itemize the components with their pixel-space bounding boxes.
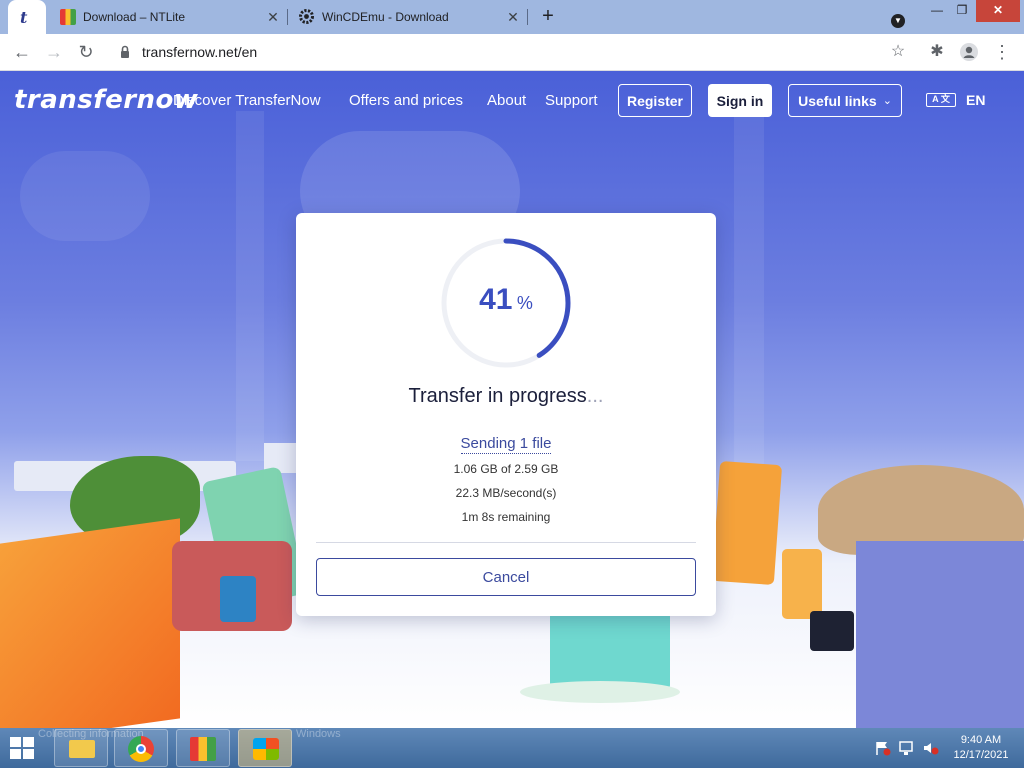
sending-files-label: Sending 1 file xyxy=(460,435,552,454)
minimize-button[interactable]: — xyxy=(924,0,950,22)
hat-character-body xyxy=(856,541,1024,728)
orange-zip-character-small xyxy=(782,549,822,619)
new-tab-button[interactable]: + xyxy=(538,6,558,26)
tab-wincdemu[interactable]: WinCDEmu - Download ✕ xyxy=(290,0,526,34)
system-clock[interactable]: 9:40 AM 12/17/2021 xyxy=(946,733,1016,763)
transfer-progress-modal: 41 % Transfer in progress... Sending 1 f… xyxy=(296,213,716,616)
transfernow-logo[interactable]: transfernow xyxy=(14,85,198,115)
browser-toolbar: ← → ↻ transfernow.net/en ☆ ✱ ⋮ xyxy=(0,34,1024,71)
volume-muted-icon[interactable] xyxy=(922,740,940,756)
nav-support[interactable]: Support xyxy=(545,92,598,109)
transfer-speed: 22.3 MB/second(s) xyxy=(455,486,557,500)
cancel-button[interactable]: Cancel xyxy=(316,558,696,596)
address-bar[interactable]: transfernow.net/en xyxy=(110,38,920,67)
flag-icon[interactable] xyxy=(874,740,892,756)
profile-avatar-icon[interactable] xyxy=(958,41,980,63)
background-pillar xyxy=(734,111,764,471)
star-icon[interactable]: ☆ xyxy=(887,41,909,63)
back-button[interactable]: ← xyxy=(10,41,34,65)
tab-ntlite-label: Download – NTLite xyxy=(83,10,186,24)
transfer-status-dots: ... xyxy=(586,385,604,407)
transfer-status-title: Transfer in progress... xyxy=(296,385,716,408)
tab-transfernow[interactable]: t xyxy=(8,0,46,34)
transfernow-page: transfernow Discover TransferNow Offers … xyxy=(0,71,1024,728)
transfer-status-text: Transfer in progress xyxy=(408,385,587,407)
tab-wincdemu-close-icon[interactable]: ✕ xyxy=(506,10,520,24)
browser-menu-icon[interactable]: ⋮ xyxy=(991,41,1013,63)
orange-book-character xyxy=(0,518,180,728)
taskbar-ntlite[interactable] xyxy=(176,729,230,767)
tab-separator xyxy=(527,9,528,25)
background-pillar xyxy=(236,111,264,461)
nav-discover-transfernow[interactable]: Discover TransferNow xyxy=(173,92,321,109)
progress-percent-unit: % xyxy=(516,293,533,313)
url-text: transfernow.net/en xyxy=(142,44,258,60)
clock-time: 9:40 AM xyxy=(960,734,1002,746)
gear-icon xyxy=(298,8,315,25)
ground-shadow xyxy=(520,681,680,703)
tab-favicon-transfernow: t xyxy=(20,8,28,27)
folder-icon xyxy=(69,740,95,758)
nav-about[interactable]: About xyxy=(487,92,526,109)
progress-percent: 41 % xyxy=(440,283,572,317)
reload-button[interactable]: ↻ xyxy=(74,41,98,65)
orange-zip-character xyxy=(711,460,783,586)
extensions-icon[interactable]: ✱ xyxy=(926,41,948,63)
windows-start-icon[interactable] xyxy=(8,735,36,761)
tab-ntlite[interactable]: Download – NTLite ✕ xyxy=(52,0,286,34)
chrome-icon xyxy=(128,736,154,762)
lock-icon xyxy=(120,45,130,59)
tab-wincdemu-label: WinCDEmu - Download xyxy=(322,10,449,24)
clock-date: 12/17/2021 xyxy=(953,749,1009,761)
tab-ntlite-close-icon[interactable]: ✕ xyxy=(266,10,280,24)
close-window-button[interactable]: ✕ xyxy=(976,0,1020,22)
blue-suitcase xyxy=(220,576,256,622)
background-cloud xyxy=(20,151,150,241)
windows-logo-icon xyxy=(253,738,279,760)
profile-dropdown-icon[interactable]: ▼ xyxy=(888,9,908,28)
ghost-status-text-2: Windows xyxy=(296,728,341,740)
progress-percent-value: 41 xyxy=(479,283,513,316)
transferred-size: 1.06 GB of 2.59 GB xyxy=(453,462,559,476)
nav-offers-and-prices[interactable]: Offers and prices xyxy=(349,92,463,109)
network-icon[interactable] xyxy=(898,740,916,756)
taskbar-file-explorer[interactable] xyxy=(54,729,108,767)
site-header: transfernow Discover TransferNow Offers … xyxy=(0,71,1024,131)
language-code[interactable]: EN xyxy=(966,92,985,108)
useful-links-label: Useful links xyxy=(798,92,877,109)
taskbar-chrome[interactable] xyxy=(114,729,168,767)
tab-separator xyxy=(287,9,288,25)
sending-files-link[interactable]: Sending 1 file xyxy=(296,435,716,454)
teal-card-character xyxy=(550,611,670,691)
taskbar-windows-setup[interactable] xyxy=(238,729,292,767)
time-remaining: 1m 8s remaining xyxy=(461,510,551,524)
useful-links-dropdown[interactable]: Useful links ⌄ xyxy=(788,84,902,117)
forward-button[interactable]: → xyxy=(42,41,66,65)
chevron-down-icon: ⌄ xyxy=(882,95,892,107)
ntlite-icon xyxy=(190,737,216,761)
language-icon-text: A 文 xyxy=(932,94,950,104)
black-camera xyxy=(810,611,854,651)
sign-in-button[interactable]: Sign in xyxy=(708,84,772,117)
ntlite-icon xyxy=(60,9,76,25)
modal-divider xyxy=(316,542,696,543)
windows-taskbar: Collecting information Windows 9:40 AM 1… xyxy=(0,728,1024,768)
language-icon[interactable]: A 文 xyxy=(926,93,956,107)
register-button[interactable]: Register xyxy=(618,84,692,117)
browser-tab-strip: t Download – NTLite ✕ WinCDEmu - Downloa… xyxy=(0,0,1024,34)
restore-button[interactable]: ❐ xyxy=(950,0,974,22)
